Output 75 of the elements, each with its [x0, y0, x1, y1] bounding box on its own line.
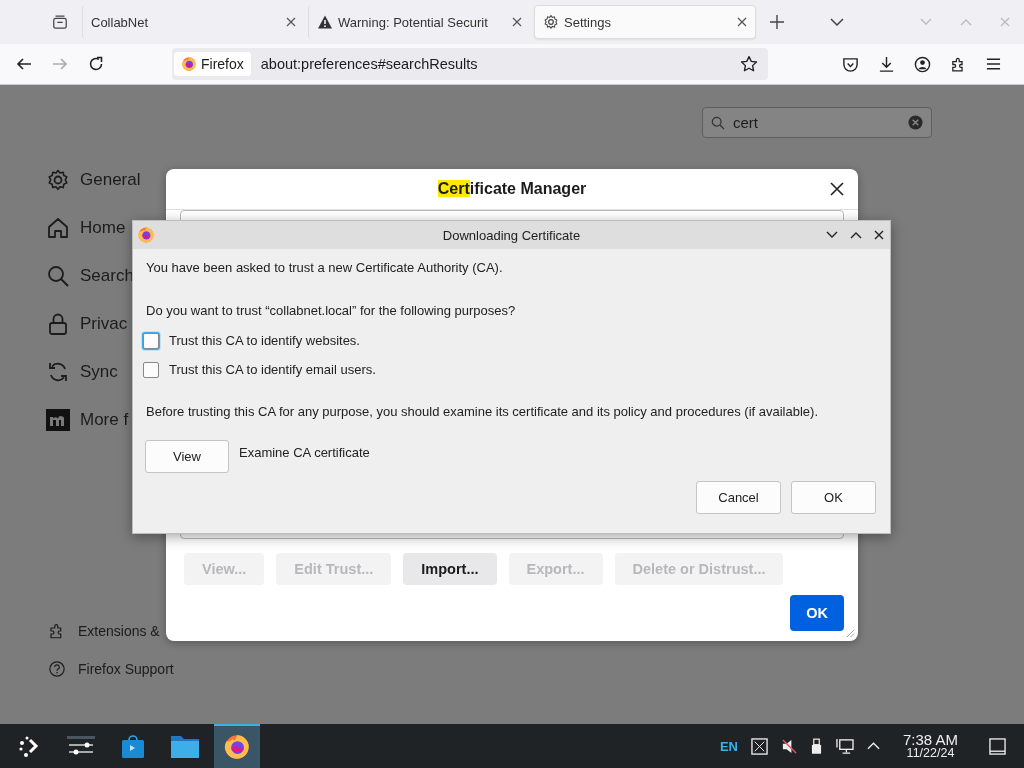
footer-link[interactable]: Extensions & — [78, 623, 160, 639]
view-label: Examine CA certificate — [239, 444, 370, 460]
intro-text: You have been asked to trust a new Certificate Authority (CA). — [146, 260, 504, 275]
star-icon[interactable] — [740, 55, 758, 73]
close-tab-icon[interactable] — [512, 17, 522, 27]
show-desktop-icon[interactable] — [989, 737, 1006, 755]
back-icon[interactable] — [16, 56, 32, 72]
warning-icon — [317, 14, 333, 30]
download-icon[interactable] — [878, 55, 895, 73]
firefox-logo-icon — [181, 56, 197, 72]
action-button[interactable]: Import... — [403, 553, 497, 585]
new-tab-icon[interactable] — [770, 15, 784, 29]
search-field[interactable]: cert — [702, 107, 932, 138]
launcher-icon — [17, 734, 41, 758]
view-button[interactable]: View — [145, 440, 229, 473]
firefox-logo-icon — [223, 733, 251, 761]
chevron-up-icon[interactable] — [866, 742, 880, 750]
firefox-logo-icon — [137, 226, 155, 244]
advice-text: Before trusting this CA for any purpose, you should examine its certificate and its policy and procedures (if available). — [146, 404, 819, 419]
folder-icon — [170, 733, 200, 759]
close-tab-icon[interactable] — [286, 17, 296, 27]
usb-drive-icon[interactable] — [810, 737, 822, 755]
checkbox[interactable] — [143, 361, 159, 378]
browser-tab[interactable]: CollabNet — [82, 5, 304, 39]
menu-icon[interactable] — [986, 57, 1001, 71]
checkbox[interactable] — [143, 332, 159, 349]
url-text: about:preferences#searchResults — [260, 56, 479, 72]
image-icon[interactable] — [750, 737, 768, 755]
dialog-button[interactable]: Cancel — [696, 481, 781, 514]
footer-link[interactable]: Firefox Support — [78, 661, 174, 677]
maximize-icon[interactable] — [850, 231, 862, 239]
dialog-title: Downloading Certificate — [442, 227, 581, 243]
checkbox-label[interactable]: Trust this CA to identify email users. — [169, 362, 376, 377]
identity-button[interactable]: Firefox — [174, 52, 251, 76]
browser-tab[interactable]: Warning: Potential Securit — [308, 5, 530, 39]
ok-button[interactable]: OK — [790, 595, 844, 631]
category-link[interactable]: General — [80, 170, 141, 190]
gear-icon — [46, 168, 70, 192]
help-icon — [48, 660, 66, 678]
minimize-icon[interactable] — [826, 231, 838, 239]
logo-icon — [46, 408, 70, 432]
category-link[interactable]: More f — [80, 410, 129, 430]
network-icon[interactable] — [834, 737, 854, 755]
gear-icon — [543, 14, 559, 30]
keyboard-layout-indicator[interactable]: EN — [719, 738, 738, 754]
tab-title: Warning: Potential Securit — [338, 14, 489, 30]
pocket-icon[interactable] — [842, 55, 859, 73]
home-icon — [46, 216, 70, 240]
close-icon[interactable] — [830, 182, 844, 196]
sync-icon — [46, 360, 70, 384]
question-text: Do you want to trust “collabnet.local” for the following purposes? — [146, 303, 517, 318]
resize-grip-icon[interactable] — [846, 629, 855, 638]
category-link[interactable]: Home — [80, 218, 126, 238]
shopping-bag-icon — [121, 733, 145, 759]
tab-list-icon[interactable] — [52, 14, 68, 30]
close-tab-icon[interactable] — [737, 17, 747, 27]
category-link[interactable]: Sync — [80, 362, 118, 382]
checkbox-label[interactable]: Trust this CA to identify websites. — [169, 333, 360, 348]
lock-icon — [46, 312, 70, 336]
category-link[interactable]: Search — [80, 266, 134, 286]
tab-title: CollabNet — [91, 14, 150, 30]
account-icon[interactable] — [914, 55, 931, 73]
dialog-button[interactable]: OK — [791, 481, 876, 514]
chevron-down-icon[interactable] — [830, 18, 844, 26]
browser-tab[interactable]: Settings — [534, 5, 756, 39]
reload-icon[interactable] — [88, 56, 104, 72]
search-icon — [46, 264, 70, 288]
clear-icon[interactable] — [908, 115, 923, 130]
close-icon[interactable] — [874, 230, 884, 240]
search-icon — [711, 115, 725, 130]
address-bar[interactable]: Firefox about:preferences#searchResults — [172, 48, 768, 80]
muted-speaker-icon[interactable] — [780, 737, 798, 755]
tab-title: Settings — [564, 14, 612, 30]
clock[interactable]: 7:38 AM 11/22/24 — [902, 732, 958, 760]
category-link[interactable]: Privac — [80, 314, 128, 334]
